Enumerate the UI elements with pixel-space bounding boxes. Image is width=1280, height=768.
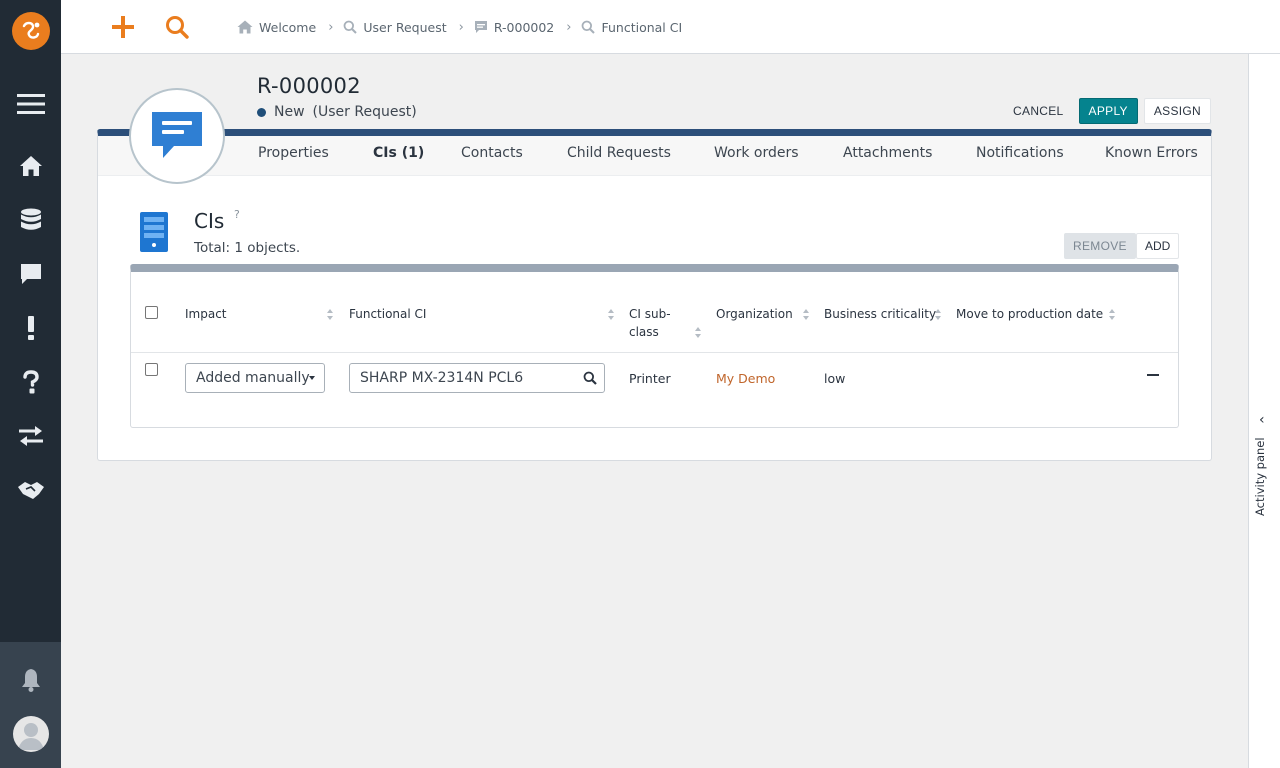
exclamation-icon[interactable] [0,316,61,340]
impact-select[interactable]: Added manually [185,363,325,393]
database-icon[interactable] [0,208,61,232]
functional-ci-input[interactable]: SHARP MX-2314N PCL6 [349,363,605,393]
object-class-label: (User Request) [312,104,417,120]
sort-icon[interactable] [608,309,615,320]
chat-icon[interactable] [0,262,61,286]
itop-logo-icon[interactable] [12,12,50,50]
breadcrumb-item-functional-ci[interactable]: Functional CI [581,20,682,35]
breadcrumb-label: R-000002 [493,19,555,35]
tab-bar: Properties CIs (1) Contacts Child Reques… [98,136,1211,176]
column-header-ci-subclass[interactable]: CI sub- class [629,305,671,341]
object-type-badge [129,88,225,184]
assign-button[interactable]: ASSIGN [1143,98,1211,124]
breadcrumb-item-welcome[interactable]: Welcome [237,20,316,35]
sort-icon[interactable] [803,309,810,320]
total-count: Total: 1 objects. [194,240,301,256]
section-title: CIs [194,209,225,233]
impact-value: Added manually [196,370,310,386]
chevron-right-icon: › [328,19,334,35]
menu-toggle-icon[interactable] [0,92,61,116]
tab-contacts[interactable]: Contacts [461,145,523,161]
object-status: New (User Request) [257,104,417,120]
select-all-checkbox[interactable] [145,306,158,319]
column-header-functional-ci[interactable]: Functional CI [349,305,426,323]
user-request-icon [152,112,202,158]
plus-icon[interactable] [108,12,138,42]
column-header-organization[interactable]: Organization [716,305,793,323]
tab-properties[interactable]: Properties [258,145,329,161]
home-icon [237,20,253,34]
tab-child-requests[interactable]: Child Requests [567,145,671,161]
functional-ci-value: SHARP MX-2314N PCL6 [360,370,524,386]
object-title: R-000002 [257,74,361,98]
column-header-line: class [629,325,659,339]
activity-panel[interactable]: ‹ Activity panel [1248,54,1280,768]
ticket-icon [474,21,487,33]
chevron-right-icon: › [566,19,572,35]
tab-cis[interactable]: CIs (1) [373,145,424,161]
chevron-right-icon: › [458,19,464,35]
user-avatar[interactable] [13,716,49,752]
sort-icon[interactable] [935,309,942,320]
breadcrumb-label: Functional CI [601,19,683,35]
sort-icon[interactable] [695,327,702,338]
header-divider [131,352,1178,353]
column-header-business-criticality[interactable]: Business criticality [824,305,936,323]
cis-table: Impact Functional CI CI sub- class Organ… [130,264,1179,428]
tab-attachments[interactable]: Attachments [843,145,932,161]
chevron-left-icon[interactable]: ‹ [1259,412,1265,428]
breadcrumb-item-ticket[interactable]: R-000002 [474,20,554,35]
search-icon [343,20,358,34]
status-label: New [274,104,305,120]
sort-icon[interactable] [1109,309,1116,320]
server-icon [139,211,169,257]
tab-notifications[interactable]: Notifications [976,145,1064,161]
remove-button[interactable]: REMOVE [1064,233,1136,259]
search-icon [582,20,596,34]
cancel-button[interactable]: CANCEL [1004,98,1072,124]
add-button[interactable]: ADD [1136,233,1180,259]
exchange-icon[interactable] [0,424,61,448]
home-icon[interactable] [0,154,61,178]
breadcrumb-label: User Request [363,19,447,35]
activity-panel-label: Activity panel [1253,437,1267,516]
business-criticality-cell: low [824,371,846,386]
left-sidebar [0,0,61,768]
apply-button[interactable]: APPLY [1078,98,1138,124]
column-header-line: CI sub- [629,307,671,321]
sort-icon[interactable] [327,309,334,320]
column-header-move-to-production[interactable]: Move to production date [956,305,1103,323]
breadcrumb: Welcome › User Request › R-000002 › Func… [237,0,682,54]
tab-known-errors[interactable]: Known Errors [1105,145,1198,161]
global-search-icon[interactable] [162,12,192,42]
object-actions: CANCEL APPLY ASSIGN [1004,98,1211,124]
breadcrumb-label: Welcome [259,19,317,35]
caret-down-icon [309,376,315,380]
ci-subclass-cell: Printer [629,371,671,386]
organization-link[interactable]: My Demo [716,371,775,386]
bell-icon[interactable] [0,668,61,692]
top-bar: Welcome › User Request › R-000002 › Func… [61,0,1280,54]
breadcrumb-item-user-request[interactable]: User Request [343,19,447,35]
tab-work-orders[interactable]: Work orders [714,145,799,161]
status-dot-icon [257,107,266,117]
column-header-impact[interactable]: Impact [185,305,227,323]
handshake-icon[interactable] [0,478,61,502]
row-checkbox[interactable] [145,363,158,376]
search-icon[interactable] [583,371,597,389]
help-icon[interactable]: ? [234,208,240,221]
remove-row-icon[interactable] [1147,374,1159,376]
question-icon[interactable] [0,370,61,394]
